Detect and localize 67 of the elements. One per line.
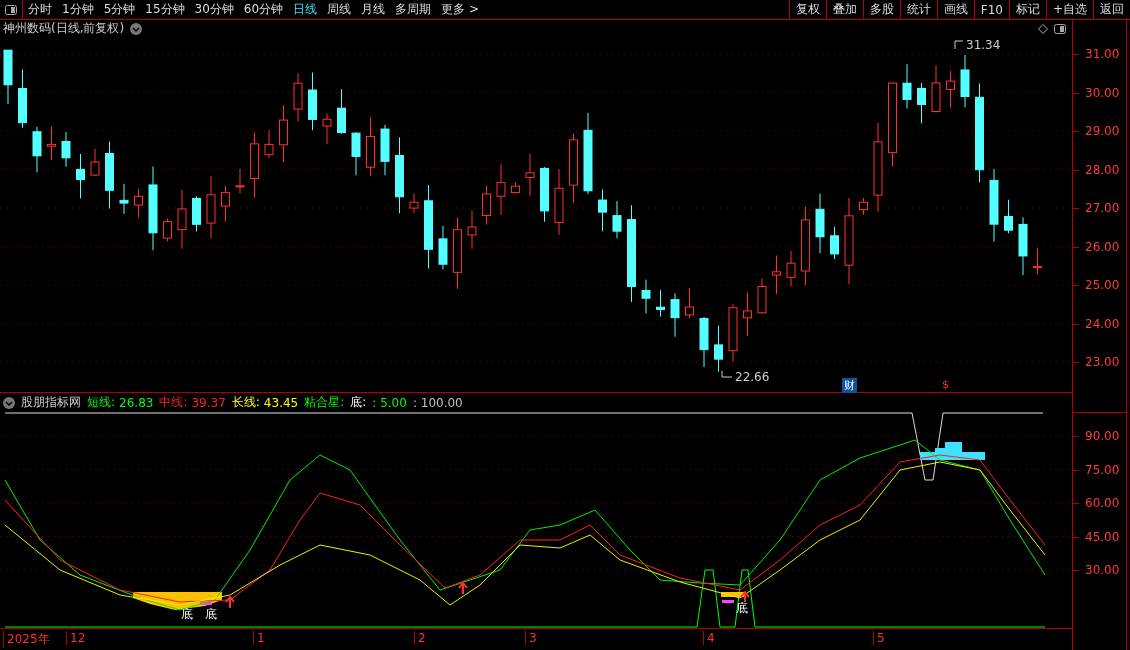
toolbar-button[interactable]: 统计 [899,0,937,19]
bottom-signal-label: 底 [205,606,217,623]
legend-label: 粘合星: [304,394,345,411]
period-tab[interactable]: 30分钟 [189,0,239,19]
low-price-label: 22.66 [735,370,770,384]
date-axis-label: 3 [525,631,537,645]
period-tab[interactable]: 多周期 [390,0,437,19]
dividend-marker[interactable]: $ [940,378,951,391]
price-axis-label: 28.00 [1085,162,1120,177]
chart-title: 神州数码(日线,前复权) [3,20,125,37]
period-tab[interactable]: 更多 > [436,0,484,19]
price-axis-label: 23.00 [1085,355,1120,369]
legend-value: : 5.00 [372,395,407,410]
legend-value: 26.83 [119,396,154,409]
date-axis-label: 1 [253,631,265,645]
toolbar-button[interactable]: 复权 [788,0,826,19]
period-tab[interactable]: 日线 [288,0,323,19]
legend-label: 长线: [231,394,260,411]
high-price-label: 31.34 [966,38,1001,52]
period-tab[interactable]: 周线 [322,0,357,19]
leader-line [954,40,964,50]
indicator-axis-label: 75.00 [1085,462,1120,477]
bottom-signal-label: 底 [181,606,193,623]
date-axis-label: 12 [66,631,86,645]
price-axis-label: 26.00 [1085,239,1120,254]
toolbar-button[interactable]: 返回 [1093,0,1130,19]
legend-label: 中线: [159,394,188,411]
price-axis-label: 24.00 [1085,316,1120,331]
price-axis-label: 31.00 [1085,47,1120,61]
price-axis-label: 30.00 [1085,85,1120,100]
diamond-icon[interactable] [1038,23,1048,34]
price-axis-label: 29.00 [1085,124,1120,138]
toolbar-button[interactable]: 标记 [1008,0,1046,19]
period-tab[interactable]: 分时 [23,0,57,19]
period-tab[interactable]: 15分钟 [140,0,190,19]
legend-value: 43.45 [263,396,299,409]
dropdown-icon[interactable] [130,22,143,35]
toolbar-button[interactable]: 画线 [936,0,974,19]
dropdown-icon[interactable] [3,396,15,409]
indicator-name: 股朋指标网 [21,394,81,411]
date-axis-label: 5 [873,631,885,645]
finance-marker[interactable]: 财 [842,378,857,393]
period-tab[interactable]: 月线 [356,0,391,19]
toolbar-button[interactable]: 多股 [862,0,900,19]
panel-toggle-icon[interactable] [1054,23,1066,34]
indicator-axis-label: 30.00 [1085,563,1120,577]
price-axis-label: 27.00 [1085,201,1120,215]
leader-line [721,370,733,378]
legend-label: 短线: [87,394,116,411]
toolbar-button[interactable]: +自选 [1045,0,1093,19]
indicator-axis-label: 60.00 [1085,496,1120,510]
panel-toggle-icon[interactable] [5,4,17,15]
legend-value: : 100.00 [412,395,463,410]
indicator-axis-label: 45.00 [1085,529,1120,544]
toolbar-button[interactable]: 叠加 [825,0,863,19]
date-axis-label: 2025年 [3,631,50,648]
date-axis-label: 4 [703,631,715,645]
indicator-axis-label: 90.00 [1085,429,1120,443]
toolbar-button[interactable]: F10 [973,0,1009,19]
bottom-signal-label: 底 [736,600,748,617]
period-tab[interactable]: 1分钟 [57,0,99,19]
price-axis-label: 25.00 [1085,278,1120,292]
period-tab[interactable]: 5分钟 [98,0,141,19]
date-axis-label: 2 [414,631,426,645]
period-tab[interactable]: 60分钟 [238,0,289,19]
legend-value: 39.37 [191,396,226,409]
legend-label: 底: [350,394,367,411]
